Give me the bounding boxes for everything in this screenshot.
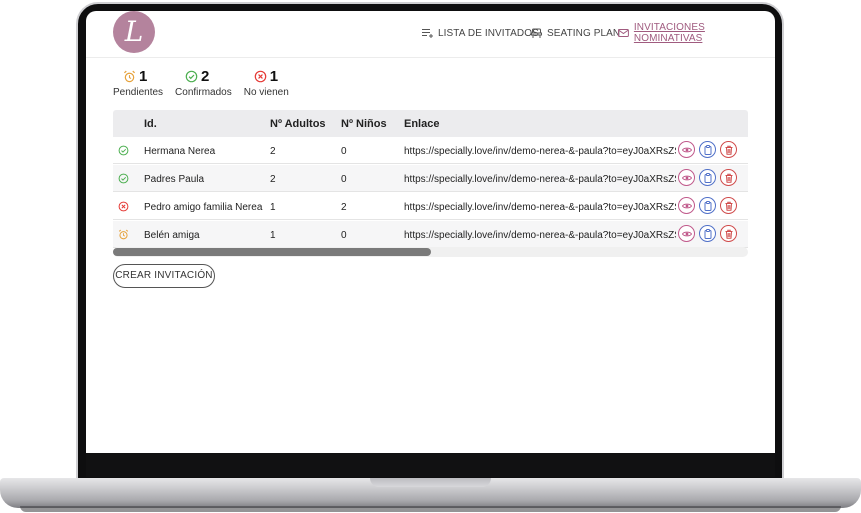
eye-icon (681, 147, 692, 152)
check-circle-icon (185, 70, 198, 82)
table-row: Padres Paula 2 0 https://specially.love/… (113, 165, 748, 192)
eye-icon (681, 203, 692, 208)
row-ninos: 0 (341, 174, 347, 185)
check-circle-icon (118, 145, 129, 156)
stat-no-vienen-count: 1 (269, 67, 279, 85)
table-header: Id. Nº Adultos Nº Niños Enlace (113, 110, 748, 137)
seat-icon (531, 28, 542, 38)
row-ninos: 2 (341, 202, 347, 213)
row-link[interactable]: https://specially.love/inv/demo-nerea-&-… (404, 174, 676, 185)
row-actions (678, 169, 741, 186)
stat-confirmados: 2 Confirmados (175, 67, 232, 99)
app-screen: L LISTA DE INVITADOS SEATING PLAN INVITA… (86, 11, 775, 453)
crear-invitacion-button[interactable]: CREAR INVITACIÓN (113, 264, 215, 288)
copy-button[interactable] (699, 141, 716, 158)
table-row: Hermana Nerea 2 0 https://specially.love… (113, 137, 748, 164)
delete-button[interactable] (720, 141, 737, 158)
view-button[interactable] (678, 169, 695, 186)
view-button[interactable] (678, 141, 695, 158)
check-circle-icon (118, 173, 129, 184)
stat-pendientes-count: 1 (139, 67, 148, 85)
view-button[interactable] (678, 225, 695, 242)
copy-button[interactable] (699, 169, 716, 186)
copy-button[interactable] (699, 197, 716, 214)
row-name: Padres Paula (144, 174, 205, 185)
row-link[interactable]: https://specially.love/inv/demo-nerea-&-… (404, 146, 676, 157)
header-adultos: Nº Adultos (270, 118, 326, 130)
table-row: Pedro amigo familia Nerea 1 2 https://sp… (113, 193, 748, 220)
clipboard-icon (704, 172, 711, 183)
header-id: Id. (144, 118, 157, 130)
nav-invitaciones-nominativas[interactable]: INVITACIONES NOMINATIVAS (618, 22, 775, 44)
row-ninos: 0 (341, 230, 347, 241)
nav-lista-invitados[interactable]: LISTA DE INVITADOS (422, 25, 539, 41)
stat-no-vienen-label: No vienen (243, 87, 289, 98)
trash-icon (725, 229, 732, 239)
row-adultos: 2 (270, 146, 276, 157)
delete-button[interactable] (720, 197, 737, 214)
row-ninos: 0 (341, 146, 347, 157)
stats-summary: 1 Pendientes 2 Confirmados 1 No vienen (113, 67, 301, 99)
nav-invitaciones-label: INVITACIONES NOMINATIVAS (633, 22, 705, 44)
row-name: Pedro amigo familia Nerea (144, 202, 263, 213)
trash-icon (725, 145, 732, 155)
delete-button[interactable] (720, 225, 737, 242)
trash-icon (725, 173, 732, 183)
row-link[interactable]: https://specially.love/inv/demo-nerea-&-… (404, 230, 676, 241)
header-enlace: Enlace (404, 118, 440, 130)
trash-icon (725, 201, 732, 211)
alarm-clock-icon (118, 229, 129, 240)
clipboard-icon (704, 228, 711, 239)
stat-no-vienen: 1 No vienen (243, 67, 289, 99)
top-navbar: L LISTA DE INVITADOS SEATING PLAN INVITA… (86, 11, 775, 58)
clipboard-icon (704, 200, 711, 211)
table-row: Belén amiga 1 0 https://specially.love/i… (113, 221, 748, 248)
clipboard-icon (704, 144, 711, 155)
eye-icon (681, 231, 692, 236)
alarm-clock-icon (123, 70, 136, 82)
envelope-icon (618, 29, 629, 37)
copy-button[interactable] (699, 225, 716, 242)
stat-confirmados-label: Confirmados (175, 87, 232, 98)
header-ninos: Nº Niños (341, 118, 387, 130)
nav-lista-label: LISTA DE INVITADOS (438, 27, 539, 39)
x-circle-icon (118, 201, 129, 212)
laptop-bezel (86, 453, 775, 477)
row-adultos: 1 (270, 202, 276, 213)
stat-pendientes: 1 Pendientes (113, 67, 164, 99)
list-icon (422, 29, 433, 38)
stat-confirmados-count: 2 (201, 67, 210, 85)
x-circle-icon (254, 70, 267, 82)
view-button[interactable] (678, 197, 695, 214)
stat-pendientes-label: Pendientes (113, 87, 164, 98)
row-actions (678, 141, 741, 158)
row-adultos: 2 (270, 174, 276, 185)
delete-button[interactable] (720, 169, 737, 186)
row-name: Belén amiga (144, 230, 200, 241)
laptop-shadow (20, 506, 841, 512)
brand-logo[interactable]: L (113, 11, 155, 53)
nav-seating-plan[interactable]: SEATING PLAN (531, 25, 620, 41)
row-name: Hermana Nerea (144, 146, 216, 157)
row-adultos: 1 (270, 230, 276, 241)
horizontal-scrollbar[interactable] (113, 247, 748, 257)
scrollbar-thumb[interactable] (113, 248, 431, 256)
row-actions (678, 225, 741, 242)
laptop-notch (370, 478, 491, 487)
eye-icon (681, 175, 692, 180)
invitations-table: Id. Nº Adultos Nº Niños Enlace Hermana N… (113, 110, 748, 259)
row-actions (678, 197, 741, 214)
nav-seating-label: SEATING PLAN (547, 27, 621, 39)
row-link[interactable]: https://specially.love/inv/demo-nerea-&-… (404, 202, 676, 213)
